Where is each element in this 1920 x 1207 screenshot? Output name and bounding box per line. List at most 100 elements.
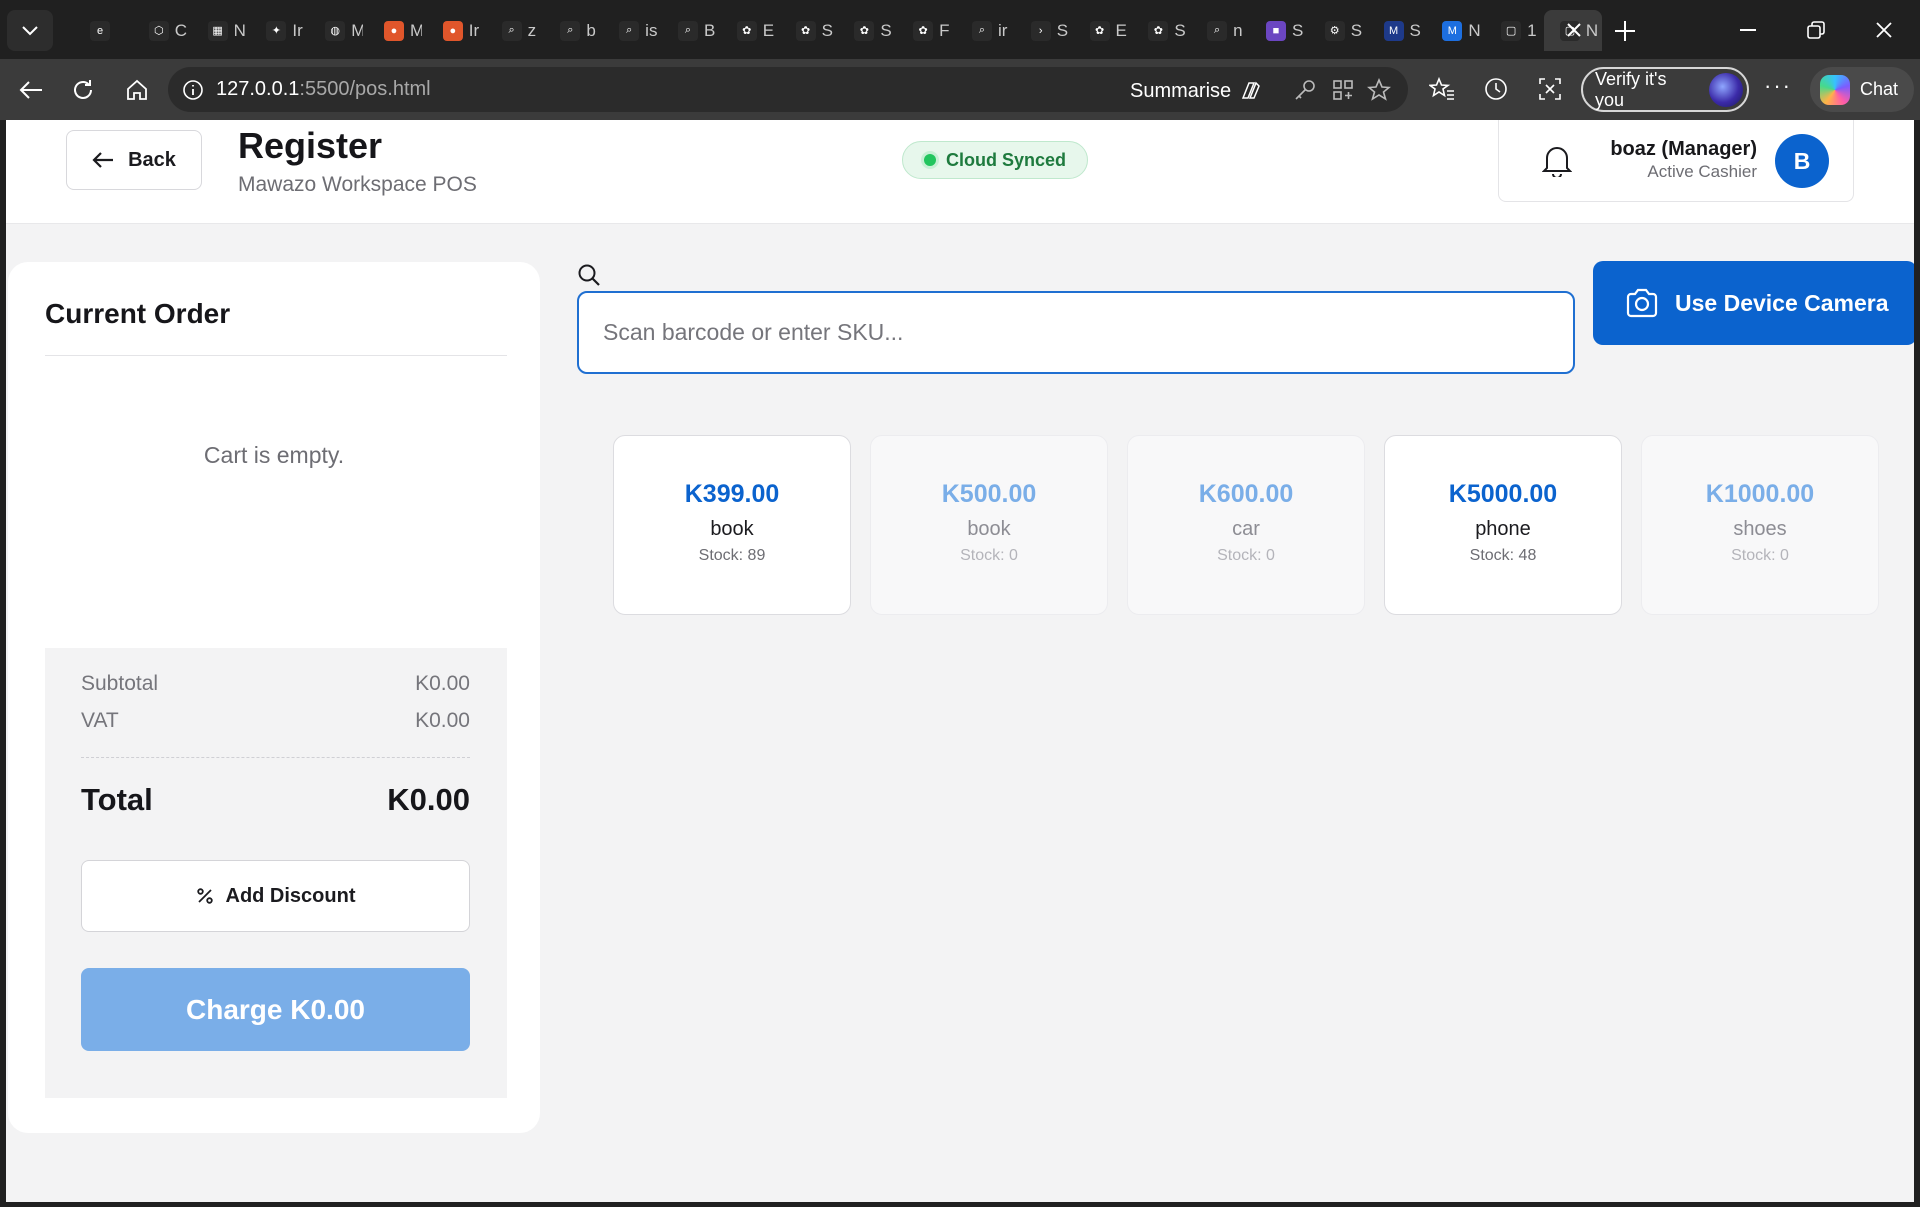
reload-icon	[74, 80, 92, 99]
product-stock: Stock: 0	[960, 547, 1018, 564]
ai-studio-icon: ✿	[736, 20, 757, 41]
browser-tab[interactable]: ✿ S	[1132, 10, 1191, 51]
vat-label: VAT	[81, 709, 119, 732]
product-name: car	[1232, 518, 1260, 540]
browser-tab[interactable]: ⌕ b	[544, 10, 603, 51]
screenshot-button[interactable]	[1536, 75, 1564, 103]
product-name: book	[710, 518, 754, 540]
favorites-button[interactable]	[1428, 75, 1456, 103]
info-icon[interactable]	[182, 79, 204, 101]
browser-tab-label: M	[409, 20, 422, 40]
browser-tab-label: N	[233, 20, 246, 40]
charge-button[interactable]: Charge K0.00	[81, 968, 470, 1051]
ai-studio-icon: ✿	[1089, 20, 1110, 41]
sync-dot-icon	[923, 154, 936, 166]
browser-tab[interactable]: ▢ 1	[1485, 10, 1544, 51]
browser-tab[interactable]: MS	[1368, 10, 1427, 51]
browser-tab[interactable]: ✿ S	[780, 10, 839, 51]
page-subtitle: Mawazo Workspace POS	[238, 173, 477, 196]
chevron-down-icon	[22, 25, 38, 35]
address-bar[interactable]: 127.0.0.1:5500/pos.html Summarise	[168, 67, 1408, 112]
product-card[interactable]: K1000.00 shoes Stock: 0	[1641, 435, 1879, 615]
add-discount-button[interactable]: Add Discount	[81, 860, 470, 932]
product-card[interactable]: K5000.00 phone Stock: 48	[1384, 435, 1622, 615]
browser-tab-label: S	[880, 20, 892, 40]
m-icon: M	[1383, 20, 1404, 41]
cart-empty-message: Cart is empty.	[203, 442, 345, 468]
divider	[81, 757, 470, 758]
browser-tab[interactable]: ✿ S	[838, 10, 897, 51]
product-name: book	[967, 518, 1011, 540]
use-camera-button[interactable]: Use Device Camera	[1593, 261, 1914, 345]
browser-tab[interactable]: ✿ F	[897, 10, 956, 51]
minimize-window-button[interactable]	[1726, 12, 1770, 48]
browser-tab[interactable]: ▦ N	[192, 10, 251, 51]
tab-actions-menu-button[interactable]	[7, 10, 53, 51]
browser-tab[interactable]: e	[74, 10, 133, 51]
new-tab-button[interactable]	[1608, 14, 1642, 48]
browser-tab[interactable]: ✦ Ir	[250, 10, 309, 51]
browser-tab-label: ir	[997, 20, 1008, 40]
product-stock: Stock: 0	[1217, 547, 1275, 564]
browser-tab[interactable]: ■ S	[1250, 10, 1309, 51]
url-text[interactable]: 127.0.0.1:5500/pos.html	[216, 78, 431, 101]
avatar[interactable]: B	[1775, 134, 1829, 188]
browser-tab[interactable]: ⌕ B	[662, 10, 721, 51]
sku-search-input[interactable]	[577, 291, 1575, 374]
product-stock: Stock: 89	[698, 547, 766, 564]
browser-tab[interactable]: ● Ir	[427, 10, 486, 51]
history-icon	[1485, 78, 1507, 100]
browser-tab-label: E	[762, 20, 775, 40]
browser-tab[interactable]: MN	[1426, 10, 1485, 51]
history-button[interactable]	[1482, 75, 1510, 103]
settings-more-button[interactable]: ···	[1764, 73, 1792, 99]
divider	[45, 355, 507, 356]
product-stock: Stock: 48	[1469, 547, 1537, 564]
subtotal-label: Subtotal	[81, 672, 159, 695]
browser-tab[interactable]: ⌕ is	[603, 10, 662, 51]
url-path: :5500/pos.html	[299, 78, 431, 100]
extensions-button[interactable]	[1330, 77, 1356, 103]
pos-page: Back Register Mawazo Workspace POS Cloud…	[6, 120, 1914, 1202]
browser-tab-label: S	[1291, 20, 1304, 40]
product-card[interactable]: K399.00 book Stock: 89	[613, 435, 851, 615]
password-key-button[interactable]	[1292, 77, 1318, 103]
profile-avatar-icon	[1709, 72, 1743, 107]
search-icon	[578, 264, 600, 286]
reload-button[interactable]	[64, 71, 102, 109]
close-icon	[1876, 22, 1892, 38]
browser-tab[interactable]: ⬡ C	[133, 10, 192, 51]
browser-tab[interactable]: ✿ E	[721, 10, 780, 51]
add-favorite-button[interactable]	[1366, 77, 1392, 103]
total-value: K0.00	[387, 782, 470, 817]
browser-tab[interactable]: ◍ M	[309, 10, 368, 51]
user-name: boaz (Manager)	[1610, 138, 1757, 160]
restore-window-button[interactable]	[1794, 12, 1838, 48]
notifications-button[interactable]	[1539, 140, 1575, 180]
browser-tab[interactable]: ⌕ n	[1191, 10, 1250, 51]
product-card[interactable]: K500.00 book Stock: 0	[870, 435, 1108, 615]
home-button[interactable]	[118, 71, 156, 109]
verify-profile-button[interactable]: Verify it's you	[1581, 67, 1749, 112]
copilot-chat-button[interactable]: Chat	[1810, 67, 1914, 112]
browser-tab[interactable]: ● M	[368, 10, 427, 51]
arrow-left-icon	[19, 81, 42, 99]
browser-tab[interactable]: ⚙ S	[1309, 10, 1368, 51]
vat-value: K0.00	[415, 709, 470, 732]
plus-icon	[1615, 21, 1635, 41]
browser-tab-label: F	[939, 20, 950, 40]
close-tab-button[interactable]	[1560, 16, 1588, 44]
back-nav-button[interactable]	[12, 71, 50, 109]
browser-tab[interactable]: ✿ E	[1074, 10, 1133, 51]
product-price: K500.00	[941, 480, 1037, 508]
browser-tab[interactable]: › S	[1015, 10, 1074, 51]
back-button[interactable]: Back	[66, 130, 202, 190]
browser-tab[interactable]: ⌕ z	[486, 10, 545, 51]
product-card[interactable]: K600.00 car Stock: 0	[1127, 435, 1365, 615]
close-window-button[interactable]	[1862, 12, 1906, 48]
product-name: phone	[1475, 518, 1531, 540]
product-price: K600.00	[1198, 480, 1294, 508]
browser-tab[interactable]: ⌕ ir	[956, 10, 1015, 51]
summarise-button[interactable]: Summarise	[1130, 78, 1263, 104]
sync-status-label: Cloud Synced	[945, 149, 1066, 170]
